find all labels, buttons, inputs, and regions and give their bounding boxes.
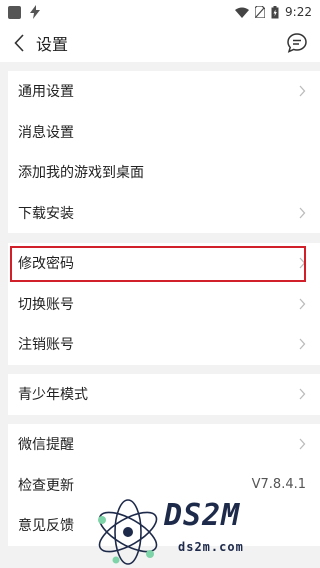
settings-item-wechat-reminder[interactable]: 微信提醒 <box>8 424 320 465</box>
settings-group-general: 通用设置 消息设置 添加我的游戏到桌面 下载安装 <box>8 71 320 233</box>
settings-item-general[interactable]: 通用设置 <box>8 71 320 112</box>
chat-bubble-icon <box>287 33 307 53</box>
settings-item-feedback[interactable]: 意见反馈 <box>8 505 320 546</box>
settings-item-label: 修改密码 <box>18 256 74 273</box>
battery-icon <box>271 5 279 18</box>
chevron-right-icon <box>299 338 306 350</box>
settings-item-label: 下载安装 <box>18 205 74 222</box>
settings-item-label: 消息设置 <box>18 124 74 141</box>
settings-group-youth: 青少年模式 <box>8 374 320 415</box>
chevron-left-icon <box>14 34 24 52</box>
notification-app-icon <box>8 5 21 19</box>
page-title: 设置 <box>36 35 69 54</box>
settings-item-deactivate-account[interactable]: 注销账号 <box>8 324 320 365</box>
settings-item-download-install[interactable]: 下载安装 <box>8 193 320 234</box>
status-bar: 9:22 <box>0 0 320 24</box>
settings-item-youth-mode[interactable]: 青少年模式 <box>8 374 320 415</box>
settings-item-check-update[interactable]: 检查更新 V7.8.4.1 <box>8 465 320 506</box>
settings-item-label: 注销账号 <box>18 337 74 354</box>
chevron-right-icon <box>299 298 306 310</box>
settings-item-label: 意见反馈 <box>18 518 74 535</box>
version-value: V7.8.4.1 <box>251 477 306 493</box>
chevron-right-icon <box>299 257 306 269</box>
bolt-icon <box>30 5 40 19</box>
settings-item-label: 添加我的游戏到桌面 <box>18 165 144 182</box>
no-sim-icon <box>255 6 266 18</box>
settings-item-label: 检查更新 <box>18 477 74 494</box>
chevron-right-icon <box>299 438 306 450</box>
settings-item-add-game-to-desktop[interactable]: 添加我的游戏到桌面 <box>8 152 320 193</box>
settings-item-change-password[interactable]: 修改密码 <box>8 243 320 284</box>
settings-item-switch-account[interactable]: 切换账号 <box>8 284 320 325</box>
settings-group-account: 修改密码 切换账号 注销账号 <box>8 243 320 365</box>
wifi-icon <box>235 7 250 18</box>
clock-time: 9:22 <box>285 5 312 19</box>
settings-group-other: 微信提醒 检查更新 V7.8.4.1 意见反馈 <box>8 424 320 546</box>
settings-item-label: 切换账号 <box>18 296 74 313</box>
settings-item-message[interactable]: 消息设置 <box>8 112 320 153</box>
settings-item-label: 微信提醒 <box>18 437 74 454</box>
back-button[interactable] <box>4 24 34 62</box>
settings-item-label: 青少年模式 <box>18 387 88 404</box>
settings-item-label: 通用设置 <box>18 84 74 101</box>
chevron-right-icon <box>299 207 306 219</box>
chevron-right-icon <box>299 388 306 400</box>
chevron-right-icon <box>299 85 306 97</box>
feedback-chat-button[interactable] <box>282 28 312 58</box>
app-header: 设置 <box>0 24 320 62</box>
